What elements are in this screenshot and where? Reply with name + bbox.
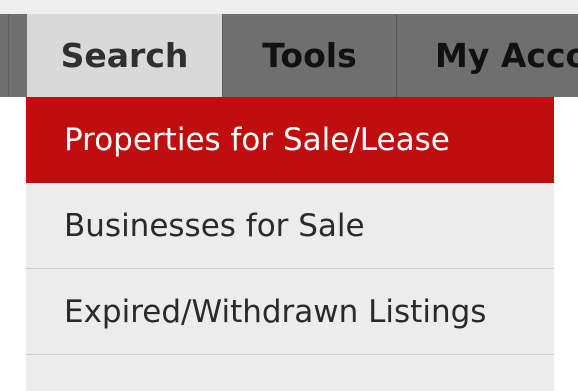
search-dropdown-menu: Properties for Sale/Lease Businesses for… (26, 97, 554, 391)
menu-item-properties-for-sale-lease[interactable]: Properties for Sale/Lease (26, 97, 554, 183)
nav-left-edge (0, 14, 9, 97)
tab-search[interactable]: Search (27, 14, 223, 97)
menu-item-businesses-for-sale[interactable]: Businesses for Sale (26, 183, 554, 269)
tab-my-account[interactable]: My Acco (397, 14, 578, 97)
menu-item-expired-withdrawn-listings[interactable]: Expired/Withdrawn Listings (26, 269, 554, 355)
main-navigation: Search Tools My Acco (0, 14, 578, 97)
nav-gap (9, 14, 27, 97)
tab-tools[interactable]: Tools (223, 14, 397, 97)
menu-item-partial[interactable] (26, 355, 554, 391)
top-strip (0, 0, 578, 14)
